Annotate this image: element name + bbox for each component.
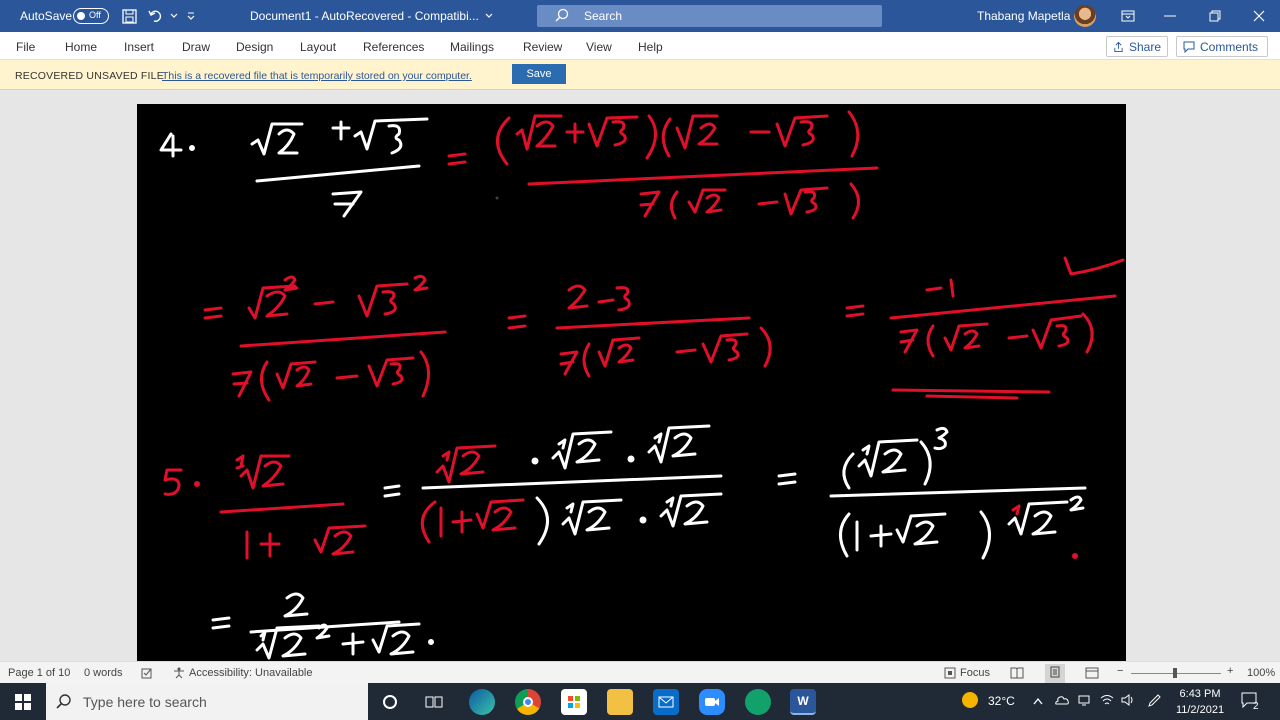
- tab-home[interactable]: Home: [65, 40, 97, 54]
- store-icon[interactable]: [561, 689, 587, 715]
- search-icon: [56, 693, 72, 712]
- comments-label: Comments: [1200, 39, 1259, 54]
- autosave-state: Off: [89, 10, 101, 20]
- onedrive-icon[interactable]: [1055, 694, 1069, 708]
- document-title[interactable]: Document1 - AutoRecovered - Compatibi...: [250, 9, 479, 23]
- notification-count: 2: [1253, 701, 1259, 712]
- recovered-file-bar: RECOVERED UNSAVED FILE This is a recover…: [0, 60, 1280, 90]
- save-icon[interactable]: [120, 7, 138, 25]
- edge-icon[interactable]: [469, 689, 495, 715]
- user-name[interactable]: Thabang Mapetla: [977, 9, 1070, 23]
- focus-icon[interactable]: [944, 667, 956, 682]
- ribbon-tabs: File Home Insert Draw Design Layout Refe…: [0, 32, 1280, 60]
- tab-view[interactable]: View: [586, 40, 612, 54]
- taskbar-search-placeholder: Type here to search: [83, 694, 207, 710]
- network-icon[interactable]: [1077, 694, 1091, 709]
- tab-review[interactable]: Review: [523, 40, 562, 54]
- search-box[interactable]: Search: [537, 5, 882, 27]
- print-layout-icon[interactable]: [1045, 664, 1065, 683]
- toggle-knob: [77, 12, 85, 20]
- tab-references[interactable]: References: [363, 40, 424, 54]
- restore-icon[interactable]: [1205, 6, 1225, 26]
- taskbar: Type here to search W 32°C 6:43 PM 11/2/…: [0, 683, 1280, 720]
- avatar[interactable]: [1074, 5, 1096, 27]
- tab-draw[interactable]: Draw: [182, 40, 210, 54]
- status-bar: Page 1 of 10 0 words Accessibility: Unav…: [0, 661, 1280, 683]
- title-dropdown-icon[interactable]: [480, 7, 498, 25]
- autosave-label: AutoSave: [20, 9, 73, 23]
- cortana-icon[interactable]: [377, 689, 403, 715]
- page-info[interactable]: Page 1 of 10: [8, 667, 70, 679]
- mail-icon[interactable]: [653, 689, 679, 715]
- undo-dropdown-icon[interactable]: [165, 7, 183, 25]
- web-layout-icon[interactable]: [1085, 667, 1099, 682]
- weather-icon[interactable]: [962, 692, 978, 708]
- search-placeholder: Search: [584, 9, 623, 23]
- undo-icon[interactable]: [147, 7, 165, 25]
- autosave-toggle[interactable]: Off: [73, 8, 109, 24]
- word-taskbar-icon[interactable]: W: [790, 689, 816, 715]
- temperature[interactable]: 32°C: [988, 694, 1015, 708]
- accessibility-status[interactable]: Accessibility: Unavailable: [189, 667, 313, 679]
- customize-toolbar-icon[interactable]: [182, 7, 200, 25]
- search-icon: [555, 8, 569, 25]
- problem-5-question: [163, 454, 367, 560]
- pen-icon[interactable]: [1147, 694, 1161, 711]
- comment-icon: [1183, 41, 1195, 53]
- tab-insert[interactable]: Insert: [124, 40, 154, 54]
- word-count[interactable]: 0 words: [84, 667, 123, 679]
- proofing-icon[interactable]: [141, 667, 153, 682]
- windows-start-icon[interactable]: [10, 689, 36, 715]
- task-view-icon[interactable]: [421, 689, 447, 715]
- document-page[interactable]: [137, 104, 1126, 661]
- save-button[interactable]: Save: [512, 64, 566, 84]
- recovered-heading: RECOVERED UNSAVED FILE: [15, 70, 164, 82]
- recovered-message-link[interactable]: This is a recovered file that is tempora…: [162, 70, 472, 82]
- share-icon: [1114, 41, 1123, 52]
- zoom-app-icon[interactable]: [699, 689, 725, 715]
- share-label: Share: [1128, 39, 1161, 54]
- tab-help[interactable]: Help: [638, 40, 663, 54]
- read-mode-icon[interactable]: [1010, 667, 1024, 682]
- final-answer: [211, 592, 434, 660]
- wifi-icon[interactable]: [1100, 694, 1114, 709]
- volume-icon[interactable]: [1121, 694, 1135, 709]
- app-icon-green[interactable]: [745, 689, 771, 715]
- zoom-in-icon[interactable]: +: [1227, 665, 1233, 677]
- problem-4-working: [447, 110, 879, 220]
- zoom-out-icon[interactable]: −: [1117, 665, 1123, 677]
- chrome-icon[interactable]: [515, 689, 541, 715]
- file-explorer-icon[interactable]: [607, 689, 633, 715]
- ribbon-display-options-icon[interactable]: [1118, 6, 1138, 26]
- tab-file[interactable]: File: [16, 40, 35, 54]
- comments-button[interactable]: Comments: [1176, 36, 1268, 57]
- close-icon[interactable]: [1249, 6, 1269, 26]
- tab-mailings[interactable]: Mailings: [450, 40, 494, 54]
- tab-layout[interactable]: Layout: [300, 40, 336, 54]
- tab-design[interactable]: Design: [236, 40, 273, 54]
- handwritten-ink-canvas: [159, 110, 1125, 660]
- focus-label[interactable]: Focus: [960, 667, 990, 679]
- accessibility-icon[interactable]: [173, 667, 185, 682]
- share-button[interactable]: Share: [1106, 36, 1168, 57]
- document-area[interactable]: [0, 90, 1280, 661]
- clock[interactable]: 6:43 PM 11/2/2021: [1170, 686, 1230, 718]
- show-hidden-icons-icon[interactable]: [1033, 694, 1043, 708]
- problem-4-question: [159, 117, 429, 218]
- minimize-icon[interactable]: [1160, 6, 1180, 26]
- clock-time: 6:43 PM: [1179, 688, 1221, 700]
- taskbar-search[interactable]: Type here to search: [46, 683, 368, 720]
- zoom-level[interactable]: 100%: [1247, 667, 1275, 679]
- zoom-slider-knob[interactable]: [1173, 668, 1177, 678]
- rationalized-steps: [203, 256, 1125, 402]
- title-bar: AutoSave Off Document1 - AutoRecovered -…: [0, 0, 1280, 32]
- clock-date: 11/2/2021: [1175, 704, 1225, 716]
- problem-5-working: [383, 424, 1087, 560]
